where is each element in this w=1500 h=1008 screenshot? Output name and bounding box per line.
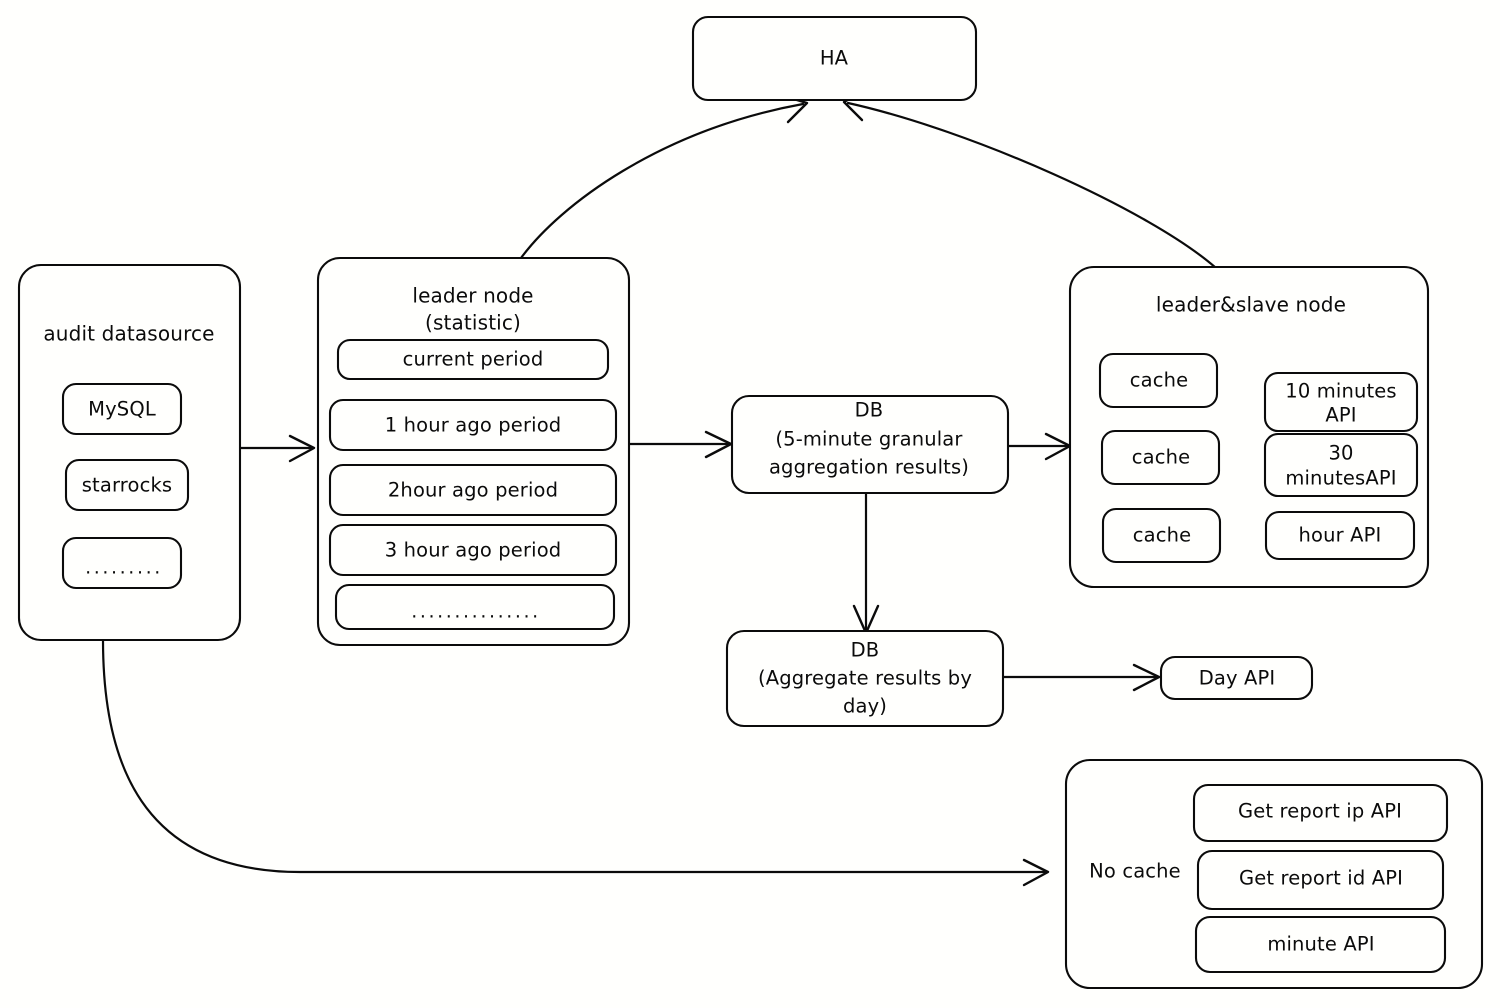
- node-db-by-day[interactable]: DB (Aggregate results by day): [725, 629, 1005, 728]
- leader-slave-api-hour-label: hour API: [1299, 524, 1382, 547]
- edge-db5-to-dbday: [852, 490, 880, 635]
- leader-slave-cache-3-label: cache: [1133, 524, 1192, 547]
- leader-period-1h-label: 1 hour ago period: [385, 414, 562, 437]
- db-by-day-line3: day): [843, 695, 887, 718]
- leader-slave-api-10-minutes-line1: 10 minutes: [1285, 380, 1396, 403]
- node-db-five-minute[interactable]: DB (5-minute granular aggregation result…: [730, 394, 1010, 495]
- audit-item-ellipsis[interactable]: .........: [61, 536, 183, 590]
- edge-leaderslave-to-ha: [842, 88, 1218, 270]
- audit-item-mysql-label: MySQL: [88, 398, 156, 421]
- no-cache-api-minute-label: minute API: [1267, 933, 1374, 956]
- leader-period-3h-label: 3 hour ago period: [385, 539, 562, 562]
- edges-layer: [101, 88, 1218, 887]
- no-cache-api-report-id[interactable]: Get report id API: [1196, 849, 1445, 911]
- edge-audit-to-leader: [238, 434, 316, 463]
- leader-period-ellipsis-label: ...............: [411, 601, 541, 623]
- node-day-api[interactable]: Day API: [1159, 655, 1314, 701]
- leader-period-2h[interactable]: 2hour ago period: [328, 463, 618, 517]
- no-cache-api-report-ip[interactable]: Get report ip API: [1192, 783, 1449, 843]
- leader-node-title-line2: (statistic): [425, 311, 521, 335]
- leader-slave-api-10-minutes[interactable]: 10 minutes API: [1263, 371, 1419, 433]
- node-leader-slave[interactable]: leader&slave node cache cache cache 10 m…: [1068, 265, 1430, 589]
- db-five-minute-line2: (5-minute granular: [775, 428, 963, 451]
- leader-slave-api-hour[interactable]: hour API: [1264, 510, 1416, 561]
- audit-item-starrocks[interactable]: starrocks: [64, 458, 190, 512]
- node-leader[interactable]: leader node (statistic) current period 1…: [316, 256, 631, 647]
- leader-slave-cache-2-label: cache: [1132, 446, 1191, 469]
- audit-datasource-title: audit datasource: [43, 322, 214, 346]
- architecture-diagram: HA audit datasource MySQL starrocks ....…: [17, 15, 1484, 990]
- db-by-day-line1: DB: [851, 639, 880, 662]
- leader-slave-api-30-minutes-line1: 30: [1328, 442, 1353, 465]
- db-by-day-line2: (Aggregate results by: [758, 667, 972, 690]
- leader-slave-api-10-minutes-line2: API: [1325, 404, 1356, 427]
- leader-slave-cache-3[interactable]: cache: [1101, 507, 1222, 564]
- edge-leader-to-db5: [627, 430, 733, 459]
- db-five-minute-line3: aggregation results): [769, 456, 969, 479]
- leader-slave-title: leader&slave node: [1156, 293, 1346, 317]
- no-cache-api-report-ip-label: Get report ip API: [1238, 800, 1402, 823]
- leader-period-current[interactable]: current period: [336, 338, 610, 381]
- node-ha[interactable]: HA: [691, 15, 978, 102]
- leader-node-title-line1: leader node: [412, 284, 533, 308]
- edge-leader-to-ha: [519, 93, 809, 260]
- edge-dbday-to-dayapi: [1000, 663, 1161, 692]
- no-cache-api-minute[interactable]: minute API: [1194, 915, 1447, 974]
- db-five-minute-line1: DB: [855, 399, 884, 422]
- no-cache-label: No cache: [1089, 860, 1181, 883]
- no-cache-api-report-id-label: Get report id API: [1239, 867, 1403, 890]
- leader-period-1h[interactable]: 1 hour ago period: [328, 398, 618, 452]
- day-api-label: Day API: [1199, 667, 1276, 690]
- leader-period-3h[interactable]: 3 hour ago period: [328, 523, 618, 577]
- leader-slave-cache-1-label: cache: [1130, 369, 1189, 392]
- leader-slave-cache-2[interactable]: cache: [1100, 429, 1221, 486]
- audit-item-mysql[interactable]: MySQL: [61, 382, 183, 436]
- audit-item-starrocks-label: starrocks: [82, 474, 172, 497]
- edge-db5-to-leaderslave: [1006, 432, 1072, 461]
- node-audit-datasource[interactable]: audit datasource MySQL starrocks .......…: [17, 263, 242, 642]
- ha-label: HA: [820, 47, 849, 70]
- node-no-cache[interactable]: No cache Get report ip API Get report id…: [1064, 758, 1484, 990]
- audit-item-ellipsis-label: .........: [85, 557, 163, 579]
- leader-period-ellipsis[interactable]: ...............: [334, 583, 616, 631]
- leader-slave-cache-1[interactable]: cache: [1098, 352, 1219, 409]
- leader-slave-api-30-minutes[interactable]: 30 minutesAPI: [1263, 432, 1419, 498]
- leader-period-2h-label: 2hour ago period: [388, 479, 558, 502]
- leader-slave-api-30-minutes-line2: minutesAPI: [1285, 467, 1396, 490]
- diagram-root: HA audit datasource MySQL starrocks ....…: [0, 0, 1500, 1008]
- leader-period-current-label: current period: [403, 348, 544, 371]
